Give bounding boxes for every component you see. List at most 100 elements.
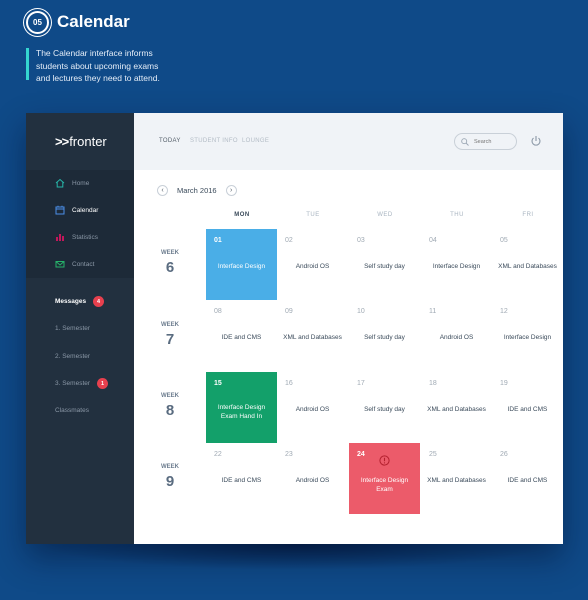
week-word: WEEK [161,250,179,256]
day-event: IDE and CMS [221,477,262,484]
day-number: 12 [500,308,508,315]
sidebar-item-label: Messages [55,298,87,305]
calendar-day[interactable]: 12 Interface Design [492,300,563,371]
search-box[interactable] [454,133,517,150]
tab-student-info[interactable]: STUDENT INFO [190,138,238,144]
calendar-day[interactable]: 25 XML and Databases [421,443,492,514]
tab-today[interactable]: TODAY [159,138,181,144]
day-event: Android OS [295,263,330,270]
logo-arrows: >> [55,134,69,149]
calendar-day[interactable]: 19 IDE and CMS [492,372,563,443]
day-event: XML and Databases [427,406,486,413]
calendar-day[interactable]: 23 Android OS [277,443,348,514]
prev-month-button[interactable]: ‹ [157,185,168,196]
next-month-button[interactable]: › [225,185,237,196]
nav-item-calendar[interactable]: Calendar [55,203,98,217]
day-number: 17 [357,380,365,387]
week-word: WEEK [161,322,179,328]
day-event: IDE and CMS [221,334,262,341]
calendar-day[interactable]: 02 Android OS [277,229,348,300]
week-number: 6 [165,259,175,276]
day-event: Android OS [295,477,330,484]
day-event: Self study day [364,334,405,341]
calendar-day[interactable]: 22 IDE and CMS [206,443,277,514]
calendar-day[interactable]: 04 Interface Design [421,229,492,300]
day-number: 01 [214,237,222,244]
sidebar-item-label: 1. Semester [55,325,91,332]
calendar-day[interactable]: 05 XML and Databases [492,229,563,300]
day-event: Interface Design [432,263,481,270]
calendar-day[interactable]: 15 Interface Design Exam Hand In [206,372,277,443]
day-number: 19 [500,380,508,387]
day-header-thu: THU [450,212,464,218]
week-label: WEEK 8 [155,393,185,419]
week-word: WEEK [161,464,179,470]
sidebar-item-classmates[interactable]: Classmates [55,407,89,414]
day-number: 25 [429,451,437,458]
calendar-day[interactable]: 17 Self study day [349,372,420,443]
day-number: 03 [357,237,365,244]
section-number-badge: 05 [26,11,49,34]
accent-line [26,48,29,80]
week-label: WEEK 9 [155,464,185,490]
week-label: WEEK 7 [155,322,185,348]
calendar-day[interactable]: 03 Self study day [349,229,420,300]
week-label: WEEK 6 [155,250,185,276]
nav-item-label: Calendar [72,206,99,214]
calendar-day[interactable]: 01 Interface Design [206,229,277,300]
nav-item-statistics[interactable]: Statistics [55,230,98,244]
day-event: Self study day [364,263,405,270]
search-icon [461,137,469,146]
nav-item-label: Home [72,179,90,187]
nav-item-home[interactable]: Home [55,176,89,190]
day-header-tue: TUE [306,212,320,218]
day-number: 18 [429,380,437,387]
calendar-day[interactable]: 18 XML and Databases [421,372,492,443]
logo[interactable]: >>fronter [55,134,107,149]
day-number: 23 [285,451,293,458]
day-event: XML and Databases [427,477,486,484]
day-number: 11 [429,308,437,315]
calendar-day[interactable]: 08 IDE and CMS [206,300,277,371]
day-number: 15 [214,380,222,387]
calendar-day[interactable]: 24 Interface Design Exam [349,443,420,514]
day-number: 22 [214,451,222,458]
calendar-day[interactable]: 11 Android OS [421,300,492,371]
sidebar-item-semester-2[interactable]: 2. Semester [55,353,90,360]
day-header-mon: MON [234,212,250,218]
sidebar-item-semester-3[interactable]: 3. Semester 1 [55,378,109,389]
mail-icon [55,261,65,268]
sidebar-item-messages[interactable]: Messages 4 [55,296,105,307]
day-event: IDE and CMS [507,406,548,413]
messages-count-badge: 4 [93,296,105,307]
calendar-day[interactable]: 16 Android OS [277,372,348,443]
sidebar-item-semester-1[interactable]: 1. Semester [55,325,90,332]
calendar-icon [55,205,65,215]
calendar-day[interactable]: 10 Self study day [349,300,420,371]
sidebar-item-label: 2. Semester [55,353,91,360]
nav-item-contact[interactable]: Contact [55,257,94,271]
day-number: 02 [285,237,293,244]
semester-3-count-badge: 1 [97,378,109,389]
day-number: 16 [285,380,293,387]
day-event: XML and Databases [498,263,557,270]
nav-item-label: Contact [72,260,95,268]
alert-icon [379,455,390,466]
calendar-day[interactable]: 09 XML and Databases [277,300,348,371]
home-icon [55,178,65,188]
week-word: WEEK [161,393,179,399]
day-event: XML and Databases [283,334,342,341]
day-number: 09 [285,308,293,315]
search-input[interactable] [474,138,510,145]
day-number: 04 [429,237,437,244]
tab-lounge[interactable]: LOUNGE [242,138,269,144]
day-number: 10 [357,308,365,315]
logo-text: fronter [69,134,107,149]
day-number: 05 [500,237,508,244]
day-header-fri: FRI [522,212,534,218]
app-window: >>fronter Home Calendar Statistics Conta… [26,113,563,544]
day-event: Android OS [439,334,474,341]
power-icon[interactable] [530,135,542,147]
day-event: Interface Design [503,334,552,341]
calendar-day[interactable]: 26 IDE and CMS [492,443,563,514]
